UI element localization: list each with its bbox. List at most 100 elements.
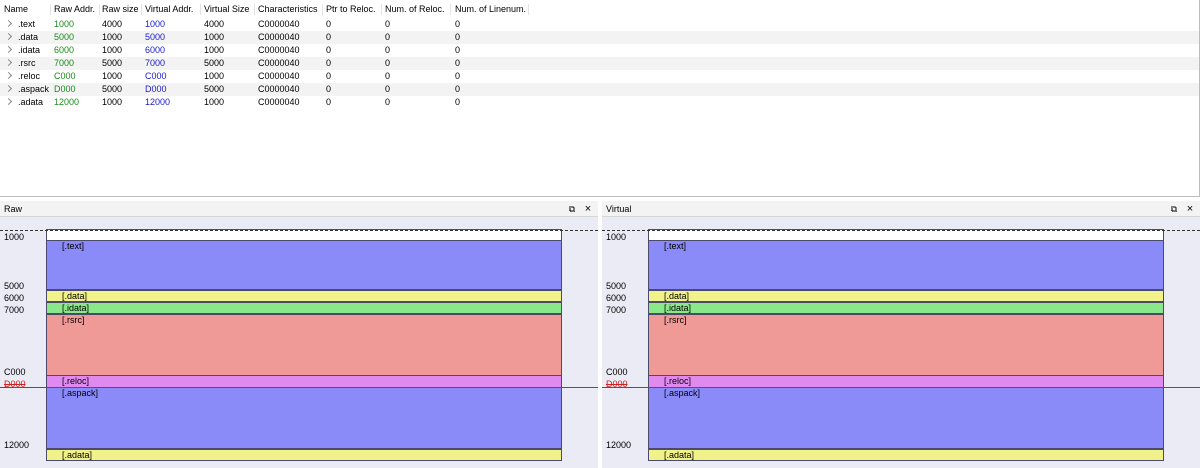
chevron-right-icon[interactable] <box>4 45 13 54</box>
address-label: D000 <box>4 379 26 389</box>
cell-ptr-reloc: 0 <box>326 84 332 94</box>
close-icon[interactable]: × <box>1184 203 1196 215</box>
section-block[interactable]: [.adata] <box>648 449 1164 461</box>
cell-num-linenum: 0 <box>455 45 461 55</box>
cell-virtual-addr: 7000 <box>145 58 166 68</box>
cell-ptr-reloc: 0 <box>326 32 332 42</box>
raw-panel-titlebar: Raw ⧉ × <box>0 201 598 217</box>
chevron-right-icon[interactable] <box>4 32 13 41</box>
chevron-right-icon[interactable] <box>4 19 13 28</box>
cell-num-reloc: 0 <box>385 19 391 29</box>
column-header-raw-addr[interactable]: Raw Addr. <box>54 2 95 15</box>
cell-num-linenum: 0 <box>455 84 461 94</box>
column-header-name[interactable]: Name <box>4 2 28 15</box>
section-block[interactable]: [.rsrc] <box>648 314 1164 376</box>
table-row[interactable]: .adata 12000 1000 12000 1000 C0000040 0 0 0 <box>0 96 1199 109</box>
column-header-ptr-reloc[interactable]: Ptr to Reloc. <box>326 2 376 15</box>
cell-raw-size: 5000 <box>102 58 123 68</box>
section-block[interactable]: [.text] <box>46 240 562 290</box>
cell-virtual-addr: C000 <box>145 71 167 81</box>
close-icon[interactable]: × <box>582 203 594 215</box>
address-label: 7000 <box>606 305 627 315</box>
cell-raw-size: 5000 <box>102 84 123 94</box>
cell-raw-addr: 1000 <box>54 19 75 29</box>
float-window-icon[interactable]: ⧉ <box>1168 203 1180 215</box>
cell-num-reloc: 0 <box>385 58 391 68</box>
chevron-right-icon[interactable] <box>4 84 13 93</box>
column-header-raw-size[interactable]: Raw size <box>102 2 139 15</box>
cell-raw-size: 1000 <box>102 97 123 107</box>
cell-num-reloc: 0 <box>385 84 391 94</box>
table-header: Name Raw Addr. Raw size Virtual Addr. Vi… <box>0 2 1199 16</box>
cell-num-reloc: 0 <box>385 45 391 55</box>
table-row[interactable]: .reloc C000 1000 C000 1000 C0000040 0 0 0 <box>0 70 1199 83</box>
cell-virtual-addr: D000 <box>145 84 167 94</box>
cell-virtual-size: 1000 <box>204 32 225 42</box>
address-label: 12000 <box>606 440 632 450</box>
section-block[interactable]: [.data] <box>46 290 562 302</box>
virtual-panel-titlebar: Virtual ⧉ × <box>602 201 1200 217</box>
cell-raw-addr: D000 <box>54 84 76 94</box>
cell-virtual-size: 5000 <box>204 84 225 94</box>
section-block[interactable]: [.aspack] <box>648 387 1164 449</box>
table-row[interactable]: .text 1000 4000 1000 4000 C0000040 0 0 0 <box>0 18 1199 31</box>
table-row[interactable]: .rsrc 7000 5000 7000 5000 C0000040 0 0 0 <box>0 57 1199 70</box>
section-label: [.data] <box>62 291 88 301</box>
section-label: [.reloc] <box>62 376 90 386</box>
virtual-section-map: [.text] [.data] [.idata] [.rsrc] [.reloc] [.a… <box>602 218 1200 468</box>
section-label: [.data] <box>664 291 690 301</box>
cell-characteristics: C0000040 <box>258 58 300 68</box>
cell-virtual-addr: 5000 <box>145 32 166 42</box>
chevron-right-icon[interactable] <box>4 97 13 106</box>
cell-num-reloc: 0 <box>385 32 391 42</box>
column-header-num-reloc[interactable]: Num. of Reloc. <box>385 2 445 15</box>
image-base-dashed-line <box>602 230 1200 231</box>
cell-name: .reloc <box>18 71 41 81</box>
cell-name: .idata <box>18 45 41 55</box>
column-header-characteristics[interactable]: Characteristics <box>258 2 318 15</box>
table-row[interactable]: .aspack D000 5000 D000 5000 C0000040 0 0 0 <box>0 83 1199 96</box>
cell-ptr-reloc: 0 <box>326 58 332 68</box>
chevron-right-icon[interactable] <box>4 71 13 80</box>
cell-num-linenum: 0 <box>455 97 461 107</box>
cell-num-linenum: 0 <box>455 19 461 29</box>
chevron-right-icon[interactable] <box>4 58 13 67</box>
section-label: [.text] <box>664 241 687 251</box>
table-row[interactable]: .idata 6000 1000 6000 1000 C0000040 0 0 0 <box>0 44 1199 57</box>
column-header-virtual-addr[interactable]: Virtual Addr. <box>145 2 193 15</box>
cell-num-linenum: 0 <box>455 32 461 42</box>
cell-num-reloc: 0 <box>385 71 391 81</box>
cell-characteristics: C0000040 <box>258 19 300 29</box>
cell-ptr-reloc: 0 <box>326 19 332 29</box>
section-table: Name Raw Addr. Raw size Virtual Addr. Vi… <box>0 0 1200 197</box>
section-label: [.rsrc] <box>664 315 687 325</box>
column-header-virtual-size[interactable]: Virtual Size <box>204 2 249 15</box>
cell-name: .text <box>18 19 36 29</box>
float-window-icon[interactable]: ⧉ <box>566 203 578 215</box>
cell-name: .data <box>18 32 39 42</box>
section-label: [.reloc] <box>664 376 692 386</box>
cell-name: .adata <box>18 97 44 107</box>
cell-virtual-addr: 6000 <box>145 45 166 55</box>
cell-num-linenum: 0 <box>455 58 461 68</box>
section-block[interactable]: [.idata] <box>648 302 1164 314</box>
cell-virtual-size: 1000 <box>204 71 225 81</box>
section-block[interactable]: [.idata] <box>46 302 562 314</box>
cell-num-linenum: 0 <box>455 71 461 81</box>
section-block[interactable]: [.adata] <box>46 449 562 461</box>
section-block[interactable]: [.aspack] <box>46 387 562 449</box>
column-header-num-linenum[interactable]: Num. of Linenum. <box>455 2 526 15</box>
virtual-panel: Virtual ⧉ × [.text] [.data] [.idata] [.rsrc… <box>602 201 1200 468</box>
image-base-dashed-line <box>0 230 598 231</box>
raw-panel: Raw ⧉ × [.text] [.data] [.idata] [.rsrc] [.r… <box>0 201 598 468</box>
table-row[interactable]: .data 5000 1000 5000 1000 C0000040 0 0 0 <box>0 31 1199 44</box>
section-block[interactable]: [.rsrc] <box>46 314 562 376</box>
section-block[interactable]: [.text] <box>648 240 1164 290</box>
cell-name: .aspack <box>18 84 50 94</box>
section-label: [.aspack] <box>62 388 99 398</box>
cell-characteristics: C0000040 <box>258 84 300 94</box>
section-block[interactable]: [.data] <box>648 290 1164 302</box>
cell-ptr-reloc: 0 <box>326 97 332 107</box>
cell-characteristics: C0000040 <box>258 97 300 107</box>
cell-raw-size: 4000 <box>102 19 123 29</box>
